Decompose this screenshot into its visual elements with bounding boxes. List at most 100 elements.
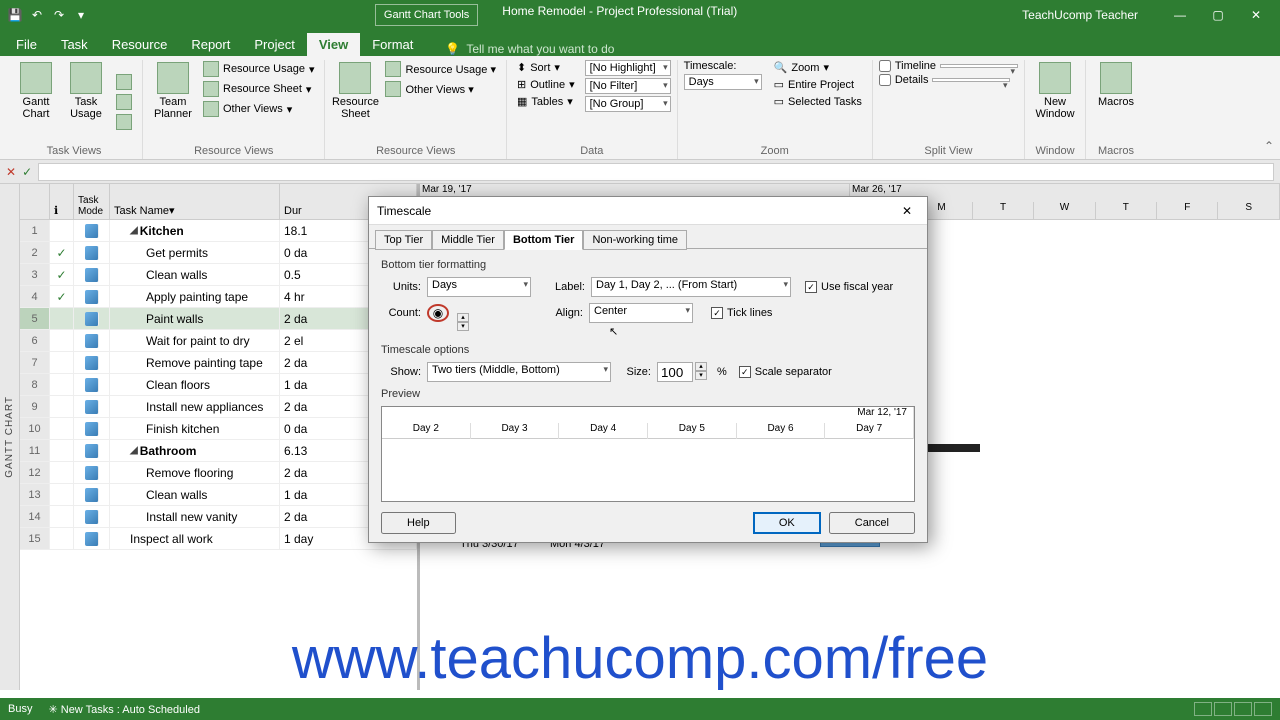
scalesep-checkbox[interactable]: ✓ bbox=[739, 366, 751, 378]
tab-format[interactable]: Format bbox=[360, 33, 425, 56]
team-planner-button[interactable]: Team Planner bbox=[149, 60, 197, 143]
resource-sheet-big-button[interactable]: Resource Sheet bbox=[331, 60, 379, 143]
tab-bottom-tier[interactable]: Bottom Tier bbox=[504, 230, 584, 250]
task-usage-button[interactable]: Task Usage bbox=[62, 60, 110, 143]
label-dropdown[interactable]: Day 1, Day 2, ... (From Start) bbox=[591, 277, 791, 297]
table-row[interactable]: 10Finish kitchen0 da bbox=[20, 418, 417, 440]
minimize-button[interactable]: — bbox=[1162, 3, 1198, 27]
view-shortcut-icon[interactable] bbox=[1254, 702, 1272, 716]
tab-file[interactable]: File bbox=[4, 33, 49, 56]
table-row[interactable]: 11◢Bathroom6.13 bbox=[20, 440, 417, 462]
undo-icon[interactable]: ↶ bbox=[28, 6, 46, 24]
new-window-button[interactable]: New Window bbox=[1031, 60, 1079, 143]
count-down-icon[interactable]: ▾ bbox=[457, 322, 469, 331]
collapse-ribbon-icon[interactable]: ⌃ bbox=[1264, 139, 1274, 153]
qat-dropdown-icon[interactable]: ▾ bbox=[72, 6, 90, 24]
tab-top-tier[interactable]: Top Tier bbox=[375, 230, 432, 250]
zoom-button[interactable]: 🔍 Zoom ▾ bbox=[770, 60, 866, 75]
other-task-views-icon[interactable] bbox=[112, 113, 136, 131]
network-diagram-icon[interactable] bbox=[112, 73, 136, 91]
close-button[interactable]: ✕ bbox=[1238, 3, 1274, 27]
outline-button[interactable]: ⊞ Outline ▾ bbox=[513, 77, 579, 92]
document-title: Home Remodel - Project Professional (Tri… bbox=[502, 4, 737, 26]
sort-button[interactable]: ⬍ Sort ▾ bbox=[513, 60, 579, 75]
tab-view[interactable]: View bbox=[307, 33, 360, 56]
macros-button[interactable]: Macros bbox=[1092, 60, 1140, 143]
table-row[interactable]: 15Inspect all work1 day bbox=[20, 528, 417, 550]
dialog-close-icon[interactable]: ✕ bbox=[895, 204, 919, 218]
table-row[interactable]: 5Paint walls2 da bbox=[20, 308, 417, 330]
size-up-icon[interactable]: ▴ bbox=[695, 362, 707, 371]
table-row[interactable]: 14Install new vanity2 da bbox=[20, 506, 417, 528]
table-row[interactable]: 3✓Clean walls0.5 bbox=[20, 264, 417, 286]
view-shortcut-icon[interactable] bbox=[1214, 702, 1232, 716]
tables-button[interactable]: ▦ Tables ▾ bbox=[513, 94, 579, 109]
tell-me-search[interactable]: 💡 Tell me what you want to do bbox=[445, 42, 614, 56]
view-side-tab[interactable]: GANTT CHART bbox=[0, 184, 20, 690]
tab-middle-tier[interactable]: Middle Tier bbox=[432, 230, 504, 250]
section-label: Bottom tier formatting bbox=[381, 259, 915, 271]
align-dropdown[interactable]: Center bbox=[589, 303, 693, 323]
percent-label: % bbox=[717, 366, 727, 378]
timescale-dialog: Timescale ✕ Top Tier Middle Tier Bottom … bbox=[368, 196, 928, 543]
view-shortcut-icon[interactable] bbox=[1234, 702, 1252, 716]
table-row[interactable]: 7Remove painting tape2 da bbox=[20, 352, 417, 374]
entry-input[interactable] bbox=[38, 163, 1274, 181]
resource-sheet-button[interactable]: Resource Sheet ▾ bbox=[199, 80, 318, 98]
tab-project[interactable]: Project bbox=[242, 33, 306, 56]
redo-icon[interactable]: ↷ bbox=[50, 6, 68, 24]
size-down-icon[interactable]: ▾ bbox=[695, 371, 707, 380]
help-button[interactable]: Help bbox=[381, 512, 456, 534]
group-dropdown[interactable]: [No Group] bbox=[585, 96, 671, 112]
table-row[interactable]: 9Install new appliances2 da bbox=[20, 396, 417, 418]
other-views-small[interactable]: Other Views ▾ bbox=[381, 80, 500, 98]
accept-entry-icon[interactable]: ✓ bbox=[22, 165, 32, 179]
titlebar: 💾 ↶ ↷ ▾ Gantt Chart Tools Home Remodel -… bbox=[0, 0, 1280, 30]
table-row[interactable]: 13Clean walls1 da bbox=[20, 484, 417, 506]
timescale-dropdown[interactable]: Days bbox=[684, 74, 762, 90]
resource-usage-small[interactable]: Resource Usage ▾ bbox=[381, 60, 500, 78]
selected-tasks-button[interactable]: ▭ Selected Tasks bbox=[770, 94, 866, 109]
mode-column-header[interactable]: Task Mode bbox=[74, 184, 110, 219]
tool-context-tab: Gantt Chart Tools bbox=[375, 4, 478, 26]
save-icon[interactable]: 💾 bbox=[6, 6, 24, 24]
tick-checkbox[interactable]: ✓ bbox=[711, 307, 723, 319]
ok-button[interactable]: OK bbox=[753, 512, 821, 534]
restore-button[interactable]: ▢ bbox=[1200, 3, 1236, 27]
resource-usage-button[interactable]: Resource Usage ▾ bbox=[199, 60, 318, 78]
cancel-entry-icon[interactable]: ✕ bbox=[6, 165, 16, 179]
tab-report[interactable]: Report bbox=[179, 33, 242, 56]
show-dropdown[interactable]: Two tiers (Middle, Bottom) bbox=[427, 362, 611, 382]
fiscal-checkbox[interactable]: ✓ bbox=[805, 281, 817, 293]
status-ready: Busy bbox=[8, 703, 32, 715]
details-dropdown[interactable] bbox=[932, 78, 1010, 82]
entire-project-button[interactable]: ▭ Entire Project bbox=[770, 77, 866, 92]
table-row[interactable]: 1◢Kitchen18.1 bbox=[20, 220, 417, 242]
timeline-checkbox[interactable] bbox=[879, 60, 891, 72]
units-label: Units: bbox=[381, 281, 421, 293]
details-checkbox[interactable] bbox=[879, 74, 891, 86]
units-dropdown[interactable]: Days bbox=[427, 277, 531, 297]
table-row[interactable]: 4✓Apply painting tape4 hr bbox=[20, 286, 417, 308]
table-row[interactable]: 6Wait for paint to dry2 el bbox=[20, 330, 417, 352]
other-views-button[interactable]: Other Views ▾ bbox=[199, 100, 318, 118]
size-spinner[interactable] bbox=[657, 362, 693, 382]
group-label: Resource Views bbox=[331, 143, 500, 159]
view-shortcut-icon[interactable] bbox=[1194, 702, 1212, 716]
name-column-header[interactable]: Task Name ▾ bbox=[110, 184, 280, 219]
info-column-header[interactable]: ℹ bbox=[50, 184, 74, 219]
tab-resource[interactable]: Resource bbox=[100, 33, 180, 56]
count-up-icon[interactable]: ▴ bbox=[457, 313, 469, 322]
filter-dropdown[interactable]: [No Filter] bbox=[585, 78, 671, 94]
table-row[interactable]: 12Remove flooring2 da bbox=[20, 462, 417, 484]
label-label: Label: bbox=[547, 281, 585, 293]
tab-task[interactable]: Task bbox=[49, 33, 100, 56]
table-row[interactable]: 2✓Get permits0 da bbox=[20, 242, 417, 264]
cancel-button[interactable]: Cancel bbox=[829, 512, 915, 534]
gantt-chart-button[interactable]: Gantt Chart bbox=[12, 60, 60, 143]
highlight-dropdown[interactable]: [No Highlight] bbox=[585, 60, 671, 76]
calendar-icon[interactable] bbox=[112, 93, 136, 111]
table-row[interactable]: 8Clean floors1 da bbox=[20, 374, 417, 396]
timeline-dropdown[interactable] bbox=[940, 64, 1018, 68]
tab-nonworking[interactable]: Non-working time bbox=[583, 230, 687, 250]
